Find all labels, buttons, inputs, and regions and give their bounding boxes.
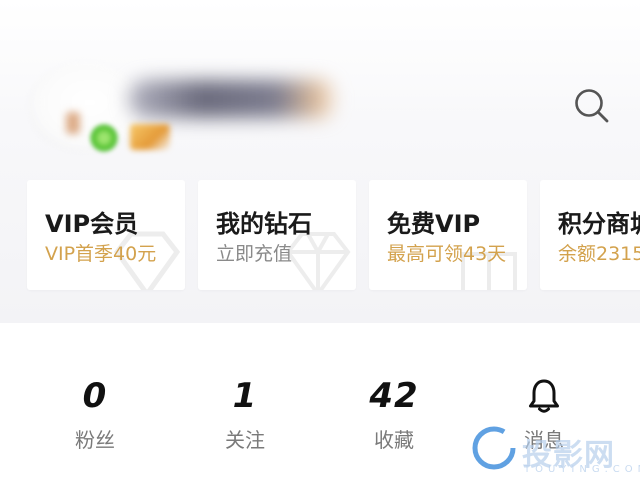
card-title: 积分商城 (558, 210, 640, 238)
stat-label: 粉丝 (75, 428, 115, 452)
card-points-mall[interactable]: 积分商城 余额2315 (540, 180, 640, 290)
stat-following[interactable]: 1 关注 (190, 374, 300, 453)
card-vip-member[interactable]: VIP会员 VIP首季40元 (27, 180, 185, 290)
stat-value: 0 (82, 376, 108, 416)
profile-header: VIP会员 VIP首季40元 我的钻石 立即充值 免费VIP 最高可领43天 积… (0, 0, 640, 323)
stat-label: 收藏 (374, 428, 414, 452)
card-subtitle: 立即充值 (216, 243, 293, 265)
card-my-diamonds[interactable]: 我的钻石 立即充值 (198, 180, 356, 290)
card-subtitle: 余额2315 (558, 243, 640, 265)
level-badge-icon (66, 112, 80, 134)
avatar[interactable] (28, 62, 140, 152)
card-title: 我的钻石 (216, 210, 312, 238)
card-title: VIP会员 (45, 210, 139, 238)
vip-badge-icon (130, 124, 170, 150)
card-free-vip[interactable]: 免费VIP 最高可领43天 (369, 180, 527, 290)
level-badge-icon (90, 124, 118, 152)
bell-icon (529, 379, 559, 413)
search-button[interactable] (572, 86, 612, 126)
site-domain: TOUYING.COM (524, 464, 640, 475)
card-subtitle: VIP首季40元 (45, 243, 157, 265)
site-logo-icon (472, 426, 516, 470)
stat-favorites[interactable]: 42 收藏 (339, 374, 449, 453)
stat-fans[interactable]: 0 粉丝 (40, 374, 150, 453)
stat-label: 关注 (225, 428, 265, 452)
search-icon (575, 89, 609, 123)
stat-value: 1 (232, 376, 258, 416)
site-watermark: 投影网 TOUYING.COM (470, 424, 640, 484)
stat-value: 42 (369, 376, 419, 416)
card-subtitle: 最高可领43天 (387, 243, 507, 265)
card-title: 免费VIP (387, 210, 481, 238)
username-blurred (128, 80, 338, 118)
